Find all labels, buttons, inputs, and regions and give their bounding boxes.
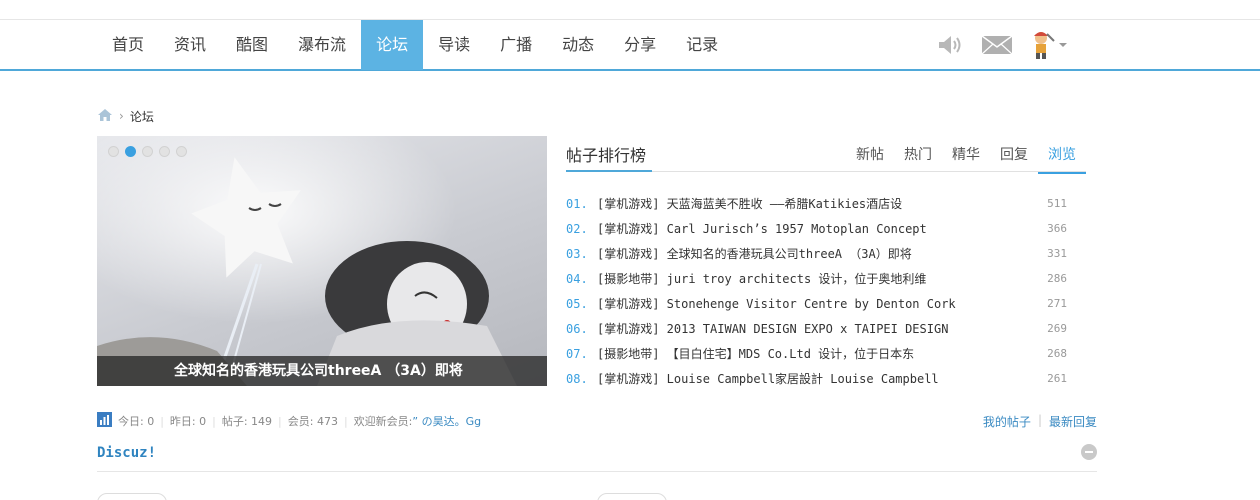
slider-dot[interactable] — [159, 146, 170, 157]
rank-view-count: 366 — [1047, 222, 1067, 235]
ranking-row[interactable]: 01. [掌机游戏] 天蓝海蓝美不胜收 ——希腊Katikies酒店设 511 — [566, 194, 1086, 219]
stats-divider: | — [212, 414, 216, 428]
slider-dot-active[interactable] — [125, 146, 136, 157]
stats-divider: | — [278, 414, 282, 428]
rank-view-count: 261 — [1047, 372, 1067, 385]
ranking-list: 01. [掌机游戏] 天蓝海蓝美不胜收 ——希腊Katikies酒店设 511 … — [566, 194, 1086, 394]
slider-dot[interactable] — [176, 146, 187, 157]
rank-number: 06. — [566, 322, 588, 336]
ranking-title: 帖子排行榜 — [566, 142, 653, 172]
rank-view-count: 286 — [1047, 272, 1067, 285]
slider-dot[interactable] — [142, 146, 153, 157]
rank-view-count: 271 — [1047, 297, 1067, 310]
rank-title-link[interactable]: [掌机游戏] Stonehenge Visitor Centre by Dent… — [597, 294, 1037, 319]
rank-title-link[interactable]: [掌机游戏] 全球知名的香港玩具公司threeA （3A）即将 — [597, 244, 1037, 269]
nav-item-records[interactable]: 记录 — [671, 20, 733, 69]
nav-item-broadcast[interactable]: 广播 — [485, 20, 547, 69]
breadcrumb-separator: › — [119, 109, 124, 123]
rank-number: 01. — [566, 197, 588, 211]
rank-number: 02. — [566, 222, 588, 236]
rank-title-link[interactable]: [摄影地带] juri troy architects 设计，位于奥地利维 — [597, 269, 1037, 294]
rank-title-link[interactable]: [掌机游戏] Carl Jurisch’s 1957 Motoplan Conc… — [597, 219, 1037, 244]
mail-icon[interactable] — [981, 34, 1013, 56]
rank-view-count: 331 — [1047, 247, 1067, 260]
stats-yesterday: 昨日: 0 — [169, 415, 207, 428]
nav-item-news[interactable]: 资讯 — [159, 20, 221, 69]
ranking-row[interactable]: 05. [掌机游戏] Stonehenge Visitor Centre by … — [566, 294, 1086, 319]
forum-stats: 今日: 0 | 昨日: 0 | 帖子: 149 | 会员: 473 | 欢迎新会… — [97, 412, 481, 430]
section-title[interactable]: Discuz! — [97, 444, 1097, 462]
nav-item-waterfall[interactable]: 瀑布流 — [283, 20, 361, 69]
latest-replies-link[interactable]: 最新回复 — [1049, 413, 1097, 430]
ranking-row[interactable]: 06. [掌机游戏] 2013 TAIWAN DESIGN EXPO x TAI… — [566, 319, 1086, 344]
slide-caption[interactable]: 全球知名的香港玩具公司threeA （3A）即将 — [97, 356, 547, 386]
ranking-row[interactable]: 07. [摄影地带] 【目白住宅】MDS Co.Ltd 设计，位于日本东 268 — [566, 344, 1086, 369]
rank-number: 08. — [566, 372, 588, 386]
tab-views[interactable]: 浏览 — [1038, 144, 1086, 174]
tab-new-posts[interactable]: 新帖 — [846, 144, 894, 174]
breadcrumb: › 论坛 — [97, 108, 154, 124]
tab-replies[interactable]: 回复 — [990, 144, 1038, 174]
rank-number: 07. — [566, 347, 588, 361]
stats-posts: 帖子: 149 — [221, 415, 273, 428]
rank-view-count: 268 — [1047, 347, 1067, 360]
slide-image — [97, 136, 547, 386]
caret-down-icon[interactable] — [1059, 42, 1067, 48]
stats-chart-icon — [97, 412, 112, 430]
forum-icon-placeholder — [597, 493, 667, 500]
stats-today: 今日: 0 — [118, 415, 155, 428]
nav-item-cool-pics[interactable]: 酷图 — [221, 20, 283, 69]
breadcrumb-current: 论坛 — [129, 109, 154, 124]
nav-item-share[interactable]: 分享 — [609, 20, 671, 69]
rank-view-count: 269 — [1047, 322, 1067, 335]
nav-menu: 首页 资讯 酷图 瀑布流 论坛 导读 广播 动态 分享 记录 — [97, 20, 733, 70]
speaker-icon[interactable] — [937, 34, 965, 56]
tab-hot[interactable]: 热门 — [894, 144, 942, 174]
nav-tools — [937, 30, 1083, 60]
forum-section-header: Discuz! — [97, 444, 1097, 472]
post-ranking-panel: 帖子排行榜 新帖 热门 精华 回复 浏览 01. [掌机游戏] 天蓝海蓝美不胜收… — [566, 136, 1086, 386]
stats-new-member-link[interactable]: ” の昊达。Gg — [412, 413, 481, 429]
nav-item-forum[interactable]: 论坛 — [361, 20, 424, 70]
home-icon[interactable] — [97, 108, 113, 125]
user-quick-links: 我的帖子 | 最新回复 — [983, 413, 1097, 430]
main-navbar: 首页 资讯 酷图 瀑布流 论坛 导读 广播 动态 分享 记录 — [0, 20, 1260, 71]
nav-item-activity[interactable]: 动态 — [547, 20, 609, 69]
collapse-icon[interactable] — [1081, 444, 1097, 460]
forum-icon-placeholder — [97, 493, 167, 500]
rank-title-link[interactable]: [掌机游戏] Louise Campbell家居設計 Louise Campbe… — [597, 369, 1037, 394]
nav-item-guide[interactable]: 导读 — [423, 20, 485, 69]
top-strip — [0, 0, 1260, 20]
ranking-row[interactable]: 02. [掌机游戏] Carl Jurisch’s 1957 Motoplan … — [566, 219, 1086, 244]
links-divider: | — [1037, 413, 1042, 427]
ranking-tabs: 新帖 热门 精华 回复 浏览 — [846, 144, 1086, 174]
nav-item-home[interactable]: 首页 — [97, 20, 159, 69]
my-posts-link[interactable]: 我的帖子 — [983, 413, 1031, 430]
rank-number: 03. — [566, 247, 588, 261]
slider-dot[interactable] — [108, 146, 119, 157]
stats-members: 会员: 473 — [287, 415, 338, 428]
rank-number: 05. — [566, 297, 588, 311]
rank-number: 04. — [566, 272, 588, 286]
user-avatar-icon[interactable] — [1029, 30, 1055, 60]
stats-divider: | — [343, 414, 348, 428]
rank-title-link[interactable]: [掌机游戏] 2013 TAIWAN DESIGN EXPO x TAIPEI … — [597, 319, 1037, 344]
tab-digest[interactable]: 精华 — [942, 144, 990, 174]
rank-title-link[interactable]: [摄影地带] 【目白住宅】MDS Co.Ltd 设计，位于日本东 — [597, 344, 1037, 369]
ranking-row[interactable]: 03. [掌机游戏] 全球知名的香港玩具公司threeA （3A）即将 331 — [566, 244, 1086, 269]
rank-title-link[interactable]: [掌机游戏] 天蓝海蓝美不胜收 ——希腊Katikies酒店设 — [597, 194, 1037, 219]
stats-divider: | — [160, 414, 164, 428]
rank-view-count: 511 — [1047, 197, 1067, 210]
ranking-row[interactable]: 04. [摄影地带] juri troy architects 设计，位于奥地利… — [566, 269, 1086, 294]
ranking-header: 帖子排行榜 新帖 热门 精华 回复 浏览 — [566, 136, 1086, 174]
slider-dots — [108, 146, 193, 157]
featured-slider[interactable]: 全球知名的香港玩具公司threeA （3A）即将 — [97, 136, 547, 386]
stats-welcome: 欢迎新会员: — [353, 415, 413, 428]
ranking-row[interactable]: 08. [掌机游戏] Louise Campbell家居設計 Louise Ca… — [566, 369, 1086, 394]
